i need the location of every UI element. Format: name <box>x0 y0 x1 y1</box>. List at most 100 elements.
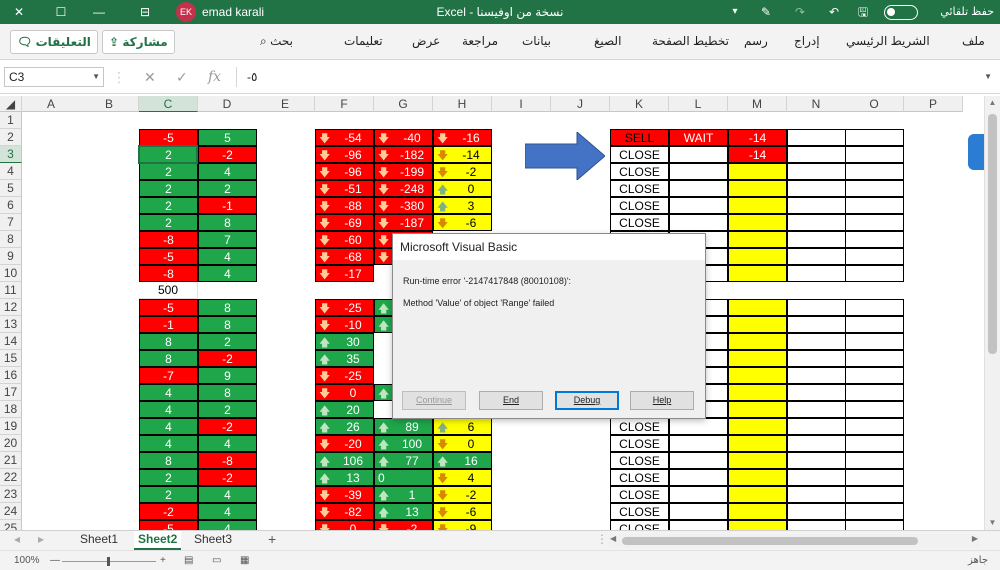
cell-l19[interactable] <box>669 418 728 435</box>
cell-o4[interactable] <box>845 163 904 180</box>
cell-o15[interactable] <box>845 350 904 367</box>
cell-d14[interactable]: 2 <box>198 333 257 350</box>
cell-k7[interactable]: CLOSE <box>610 214 669 231</box>
cell-n9[interactable] <box>787 248 846 265</box>
cell-g21[interactable]: 🡅 77 <box>374 452 433 469</box>
cell-o3[interactable] <box>845 146 904 163</box>
cell-c23[interactable]: 2 <box>139 486 198 503</box>
cell-h4[interactable]: 🡇 -2 <box>433 163 492 180</box>
cell-g5[interactable]: 🡇 -248 <box>374 180 433 197</box>
sheet-tab-sheet3[interactable]: Sheet3 <box>190 531 236 550</box>
cell-g7[interactable]: 🡇 -187 <box>374 214 433 231</box>
side-panel-handle[interactable] <box>968 134 984 170</box>
row-header-21[interactable]: 21 <box>0 452 22 469</box>
formula-input[interactable]: -٥ ▼ <box>236 67 994 87</box>
cell-g24[interactable]: 🡅 13 <box>374 503 433 520</box>
cell-d3[interactable]: -2 <box>198 146 257 163</box>
cell-n13[interactable] <box>787 316 846 333</box>
cell-d21[interactable]: -8 <box>198 452 257 469</box>
column-header-o[interactable]: O <box>845 96 904 112</box>
zoom-slider[interactable] <box>62 557 156 566</box>
cell-d24[interactable]: 4 <box>198 503 257 520</box>
cell-n17[interactable] <box>787 384 846 401</box>
cell-f14[interactable]: 🡅 30 <box>315 333 374 350</box>
cell-c4[interactable]: 2 <box>139 163 198 180</box>
cell-c13[interactable]: -1 <box>139 316 198 333</box>
cell-o16[interactable] <box>845 367 904 384</box>
cell-l3[interactable] <box>669 146 728 163</box>
debug-button[interactable]: Debug <box>555 391 619 410</box>
row-header-14[interactable]: 14 <box>0 333 22 350</box>
cell-o25[interactable] <box>845 520 904 530</box>
page-break-view-icon[interactable]: ▤ <box>184 555 193 566</box>
cell-o14[interactable] <box>845 333 904 350</box>
redo-icon[interactable]: ↷ <box>792 0 808 24</box>
cell-l22[interactable] <box>669 469 728 486</box>
row-header-16[interactable]: 16 <box>0 367 22 384</box>
cell-d2[interactable]: 5 <box>198 129 257 146</box>
cell-l4[interactable] <box>669 163 728 180</box>
cell-d15[interactable]: -2 <box>198 350 257 367</box>
cell-h25[interactable]: 🡇 -9 <box>433 520 492 530</box>
scroll-up-icon[interactable]: ▲ <box>985 98 1000 107</box>
comments-button[interactable]: 🗨 التعليقات <box>10 30 98 54</box>
cell-d13[interactable]: 8 <box>198 316 257 333</box>
cell-k5[interactable]: CLOSE <box>610 180 669 197</box>
cell-o9[interactable] <box>845 248 904 265</box>
cell-d8[interactable]: 7 <box>198 231 257 248</box>
tab-data[interactable]: بيانات <box>522 34 551 48</box>
row-header-23[interactable]: 23 <box>0 486 22 503</box>
cell-m25[interactable] <box>728 520 787 530</box>
cell-m15[interactable] <box>728 350 787 367</box>
name-box[interactable]: C3 ▼ <box>4 67 104 87</box>
cell-n16[interactable] <box>787 367 846 384</box>
cell-n15[interactable] <box>787 350 846 367</box>
cell-f25[interactable]: 🡇 0 <box>315 520 374 530</box>
cell-c8[interactable]: -8 <box>139 231 198 248</box>
horizontal-scrollbar[interactable]: ◀ ▶ <box>608 534 980 548</box>
column-header-b[interactable]: B <box>80 96 139 112</box>
cell-f6[interactable]: 🡇 -88 <box>315 197 374 214</box>
cell-o6[interactable] <box>845 197 904 214</box>
row-header-18[interactable]: 18 <box>0 401 22 418</box>
normal-view-icon[interactable]: ▦ <box>240 555 249 566</box>
cell-m18[interactable] <box>728 401 787 418</box>
cell-g23[interactable]: 🡅 1 <box>374 486 433 503</box>
horizontal-scroll-thumb[interactable] <box>622 537 918 545</box>
tab-home[interactable]: الشريط الرئيسي <box>846 34 930 48</box>
cell-c24[interactable]: -2 <box>139 503 198 520</box>
row-header-7[interactable]: 7 <box>0 214 22 231</box>
cell-n12[interactable] <box>787 299 846 316</box>
cell-g22[interactable]: 0 <box>374 469 433 486</box>
cell-c11[interactable]: 500 <box>139 282 198 299</box>
cell-l2[interactable]: WAIT <box>669 129 728 146</box>
cell-m23[interactable] <box>728 486 787 503</box>
tab-draw[interactable]: رسم <box>744 34 768 48</box>
cell-k22[interactable]: CLOSE <box>610 469 669 486</box>
column-header-h[interactable]: H <box>433 96 492 112</box>
cell-d16[interactable]: 9 <box>198 367 257 384</box>
cell-m2[interactable]: -14 <box>728 129 787 146</box>
row-header-6[interactable]: 6 <box>0 197 22 214</box>
cell-n10[interactable] <box>787 265 846 282</box>
column-header-p[interactable]: P <box>904 96 963 112</box>
cell-f20[interactable]: 🡇 -20 <box>315 435 374 452</box>
cell-c10[interactable]: -8 <box>139 265 198 282</box>
cell-m12[interactable] <box>728 299 787 316</box>
column-header-d[interactable]: D <box>198 96 257 112</box>
cell-f3[interactable]: 🡇 -96 <box>315 146 374 163</box>
cell-m22[interactable] <box>728 469 787 486</box>
cell-l20[interactable] <box>669 435 728 452</box>
sheet-tab-sheet2[interactable]: Sheet2 <box>134 531 182 550</box>
cell-o23[interactable] <box>845 486 904 503</box>
cell-c12[interactable]: -5 <box>139 299 198 316</box>
cell-h20[interactable]: 🡇 0 <box>433 435 492 452</box>
cell-f12[interactable]: 🡇 -25 <box>315 299 374 316</box>
cell-m10[interactable] <box>728 265 787 282</box>
row-header-2[interactable]: 2 <box>0 129 22 146</box>
scroll-left-icon[interactable]: ◀ <box>610 534 616 543</box>
cell-o5[interactable] <box>845 180 904 197</box>
insert-function-icon[interactable]: fx <box>208 69 221 85</box>
cell-m4[interactable] <box>728 163 787 180</box>
cell-d5[interactable]: 2 <box>198 180 257 197</box>
